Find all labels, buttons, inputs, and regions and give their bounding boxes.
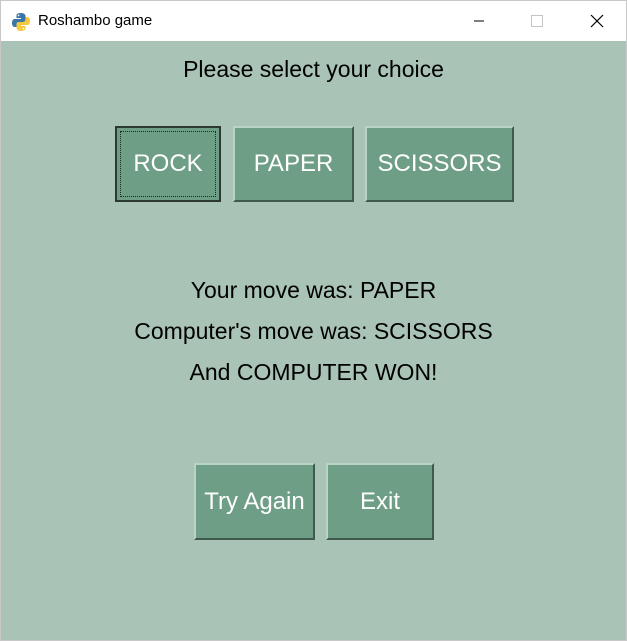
computer-move-text: Computer's move was: SCISSORS	[134, 318, 493, 344]
game-area: Please select your choice ROCK PAPER SCI…	[1, 41, 626, 640]
your-move-text: Your move was: PAPER	[190, 277, 437, 303]
outcome-text: And COMPUTER WON!	[189, 359, 438, 385]
paper-button[interactable]: PAPER	[233, 126, 354, 202]
close-button[interactable]	[568, 1, 626, 41]
minimize-button[interactable]	[450, 1, 508, 41]
maximize-icon	[531, 15, 543, 27]
exit-button[interactable]: Exit	[326, 463, 434, 540]
scissors-button[interactable]: SCISSORS	[365, 126, 514, 202]
python-icon	[11, 12, 31, 32]
minimize-icon	[474, 20, 484, 22]
title-bar[interactable]: Roshambo game	[1, 1, 626, 41]
maximize-button[interactable]	[508, 1, 566, 41]
try-again-button[interactable]: Try Again	[194, 463, 315, 540]
window-title: Roshambo game	[38, 12, 153, 29]
app-window: Roshambo game Please select your choice …	[0, 0, 627, 641]
choice-prompt: Please select your choice	[183, 56, 444, 82]
rock-button[interactable]: ROCK	[115, 126, 221, 202]
close-icon	[590, 14, 604, 28]
